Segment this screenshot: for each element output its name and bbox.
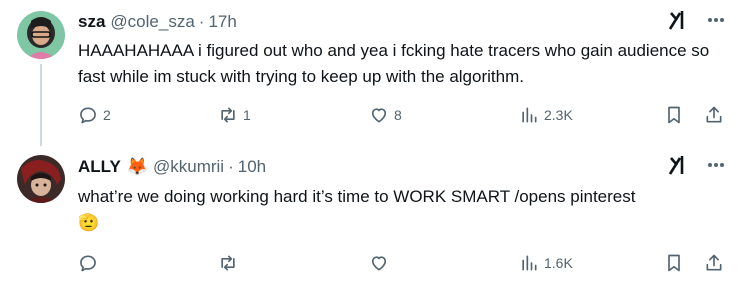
handle[interactable]: @kkumrii [153,157,224,177]
tweet-header: sza @cole_sza · 17h [78,12,728,32]
bookmark-icon [668,106,680,124]
repost-icon [221,255,235,271]
share-icon [706,254,722,271]
timestamp[interactable]: 17h [208,12,236,32]
like-count: 8 [394,107,402,123]
tweet-body: what’re we doing working hard it’s time … [78,184,718,236]
repost-button[interactable] [218,250,243,276]
tweet-actions: 1.6K [72,250,728,276]
like-button[interactable] [369,250,394,276]
separator: · [228,157,234,176]
tweet-text: HAAAHAHAAA i figured out who and yea i f… [78,41,710,86]
more-icon[interactable] [706,10,726,35]
share-icon [706,106,722,123]
repost-count: 1 [243,107,251,123]
bookmark-button[interactable] [664,102,684,128]
repost-icon [221,107,235,123]
timestamp[interactable]: 10h [238,157,266,177]
views-icon [522,255,537,271]
display-name[interactable]: ALLY [78,157,121,177]
reply-icon [80,107,96,124]
tweet-header-actions [668,154,726,181]
tweet-header-actions [668,9,726,36]
more-icon[interactable] [706,155,726,180]
tweet-actions: 2 1 8 2.3K [72,102,728,128]
views-button[interactable]: 1.6K [519,250,573,276]
share-button[interactable] [704,250,724,276]
reply-button[interactable]: 2 [78,102,111,128]
heart-icon [371,256,387,271]
avatar[interactable] [17,155,65,203]
display-name[interactable]: sza [78,12,105,32]
reply-button[interactable] [78,250,103,276]
reply-count: 2 [103,107,111,123]
tweet-text: what’re we doing working hard it’s time … [78,187,636,206]
reply-icon [80,255,96,272]
tweet-header: ALLY 🦊 @kkumrii · 10h [78,157,728,177]
tweet[interactable]: sza @cole_sza · 17h HAAAHAHAAA i figured… [0,0,748,146]
heart-icon [371,108,387,123]
thread-connector [40,64,42,146]
avatar[interactable] [17,11,65,59]
like-button[interactable]: 8 [369,102,402,128]
view-count: 1.6K [544,255,573,271]
salute-emoji: 🫡 [78,213,100,232]
fox-emoji: 🦊 [126,157,148,176]
grok-icon[interactable] [668,154,686,181]
bookmark-icon [668,254,680,272]
tweet[interactable]: ALLY 🦊 @kkumrii · 10h what’re we doing w… [0,146,748,283]
share-button[interactable] [704,102,724,128]
handle[interactable]: @cole_sza [110,12,194,32]
views-button[interactable]: 2.3K [519,102,573,128]
separator: · [198,12,205,31]
grok-icon[interactable] [668,9,686,36]
repost-button[interactable]: 1 [218,102,251,128]
bookmark-button[interactable] [664,250,684,276]
views-icon [522,107,537,123]
view-count: 2.3K [544,107,573,123]
